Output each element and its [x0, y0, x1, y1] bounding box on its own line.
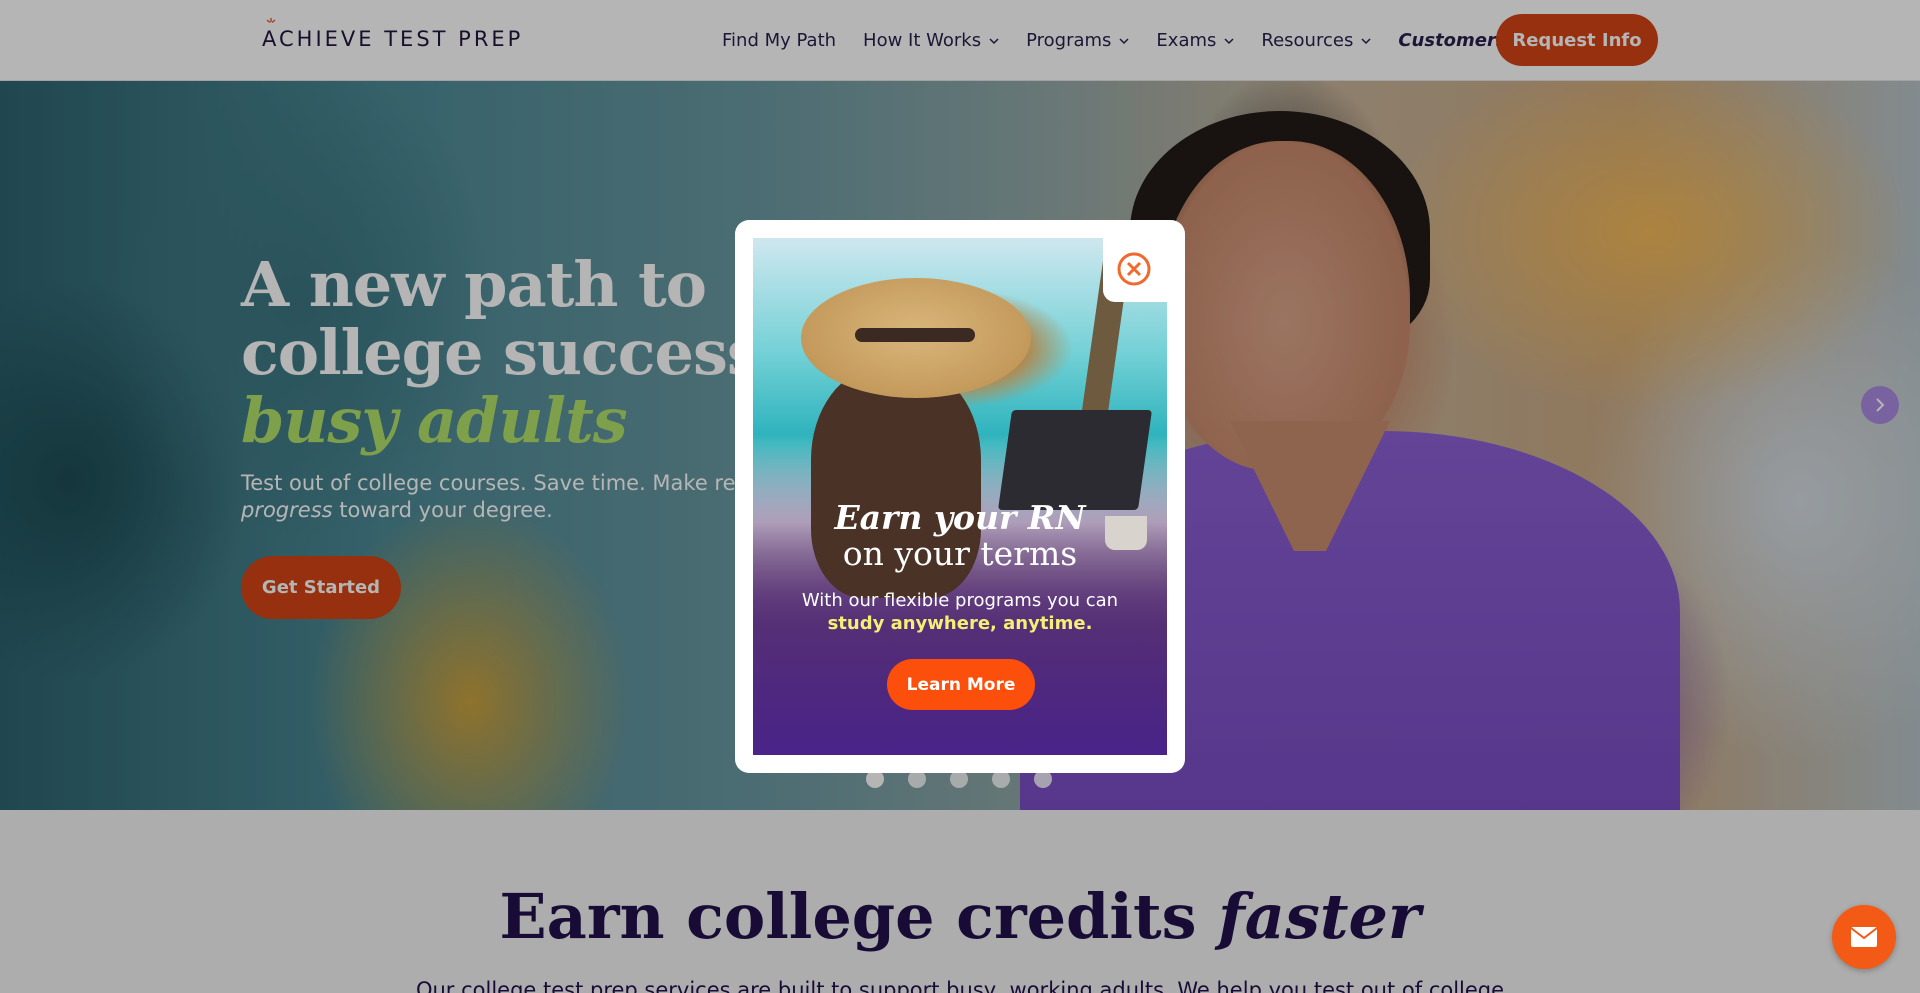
promo-photo-laptop	[997, 410, 1153, 510]
close-circle-icon[interactable]	[1116, 251, 1152, 287]
promo-image: Earn your RN on your terms With our flex…	[753, 238, 1167, 755]
promo-photo-hatband	[855, 328, 975, 342]
promo-heading: on your terms	[842, 534, 1078, 573]
mail-icon	[1850, 927, 1878, 947]
promo-body: With our flexible programs you can	[801, 590, 1119, 611]
promo-modal: Earn your RN on your terms With our flex…	[735, 220, 1185, 773]
promo-heading-italic: Earn your RN	[834, 498, 1086, 537]
promo-body-highlight: study anywhere, anytime.	[827, 613, 1093, 634]
contact-mail-button[interactable]	[1832, 905, 1896, 969]
learn-more-button[interactable]: Learn More	[887, 659, 1035, 710]
